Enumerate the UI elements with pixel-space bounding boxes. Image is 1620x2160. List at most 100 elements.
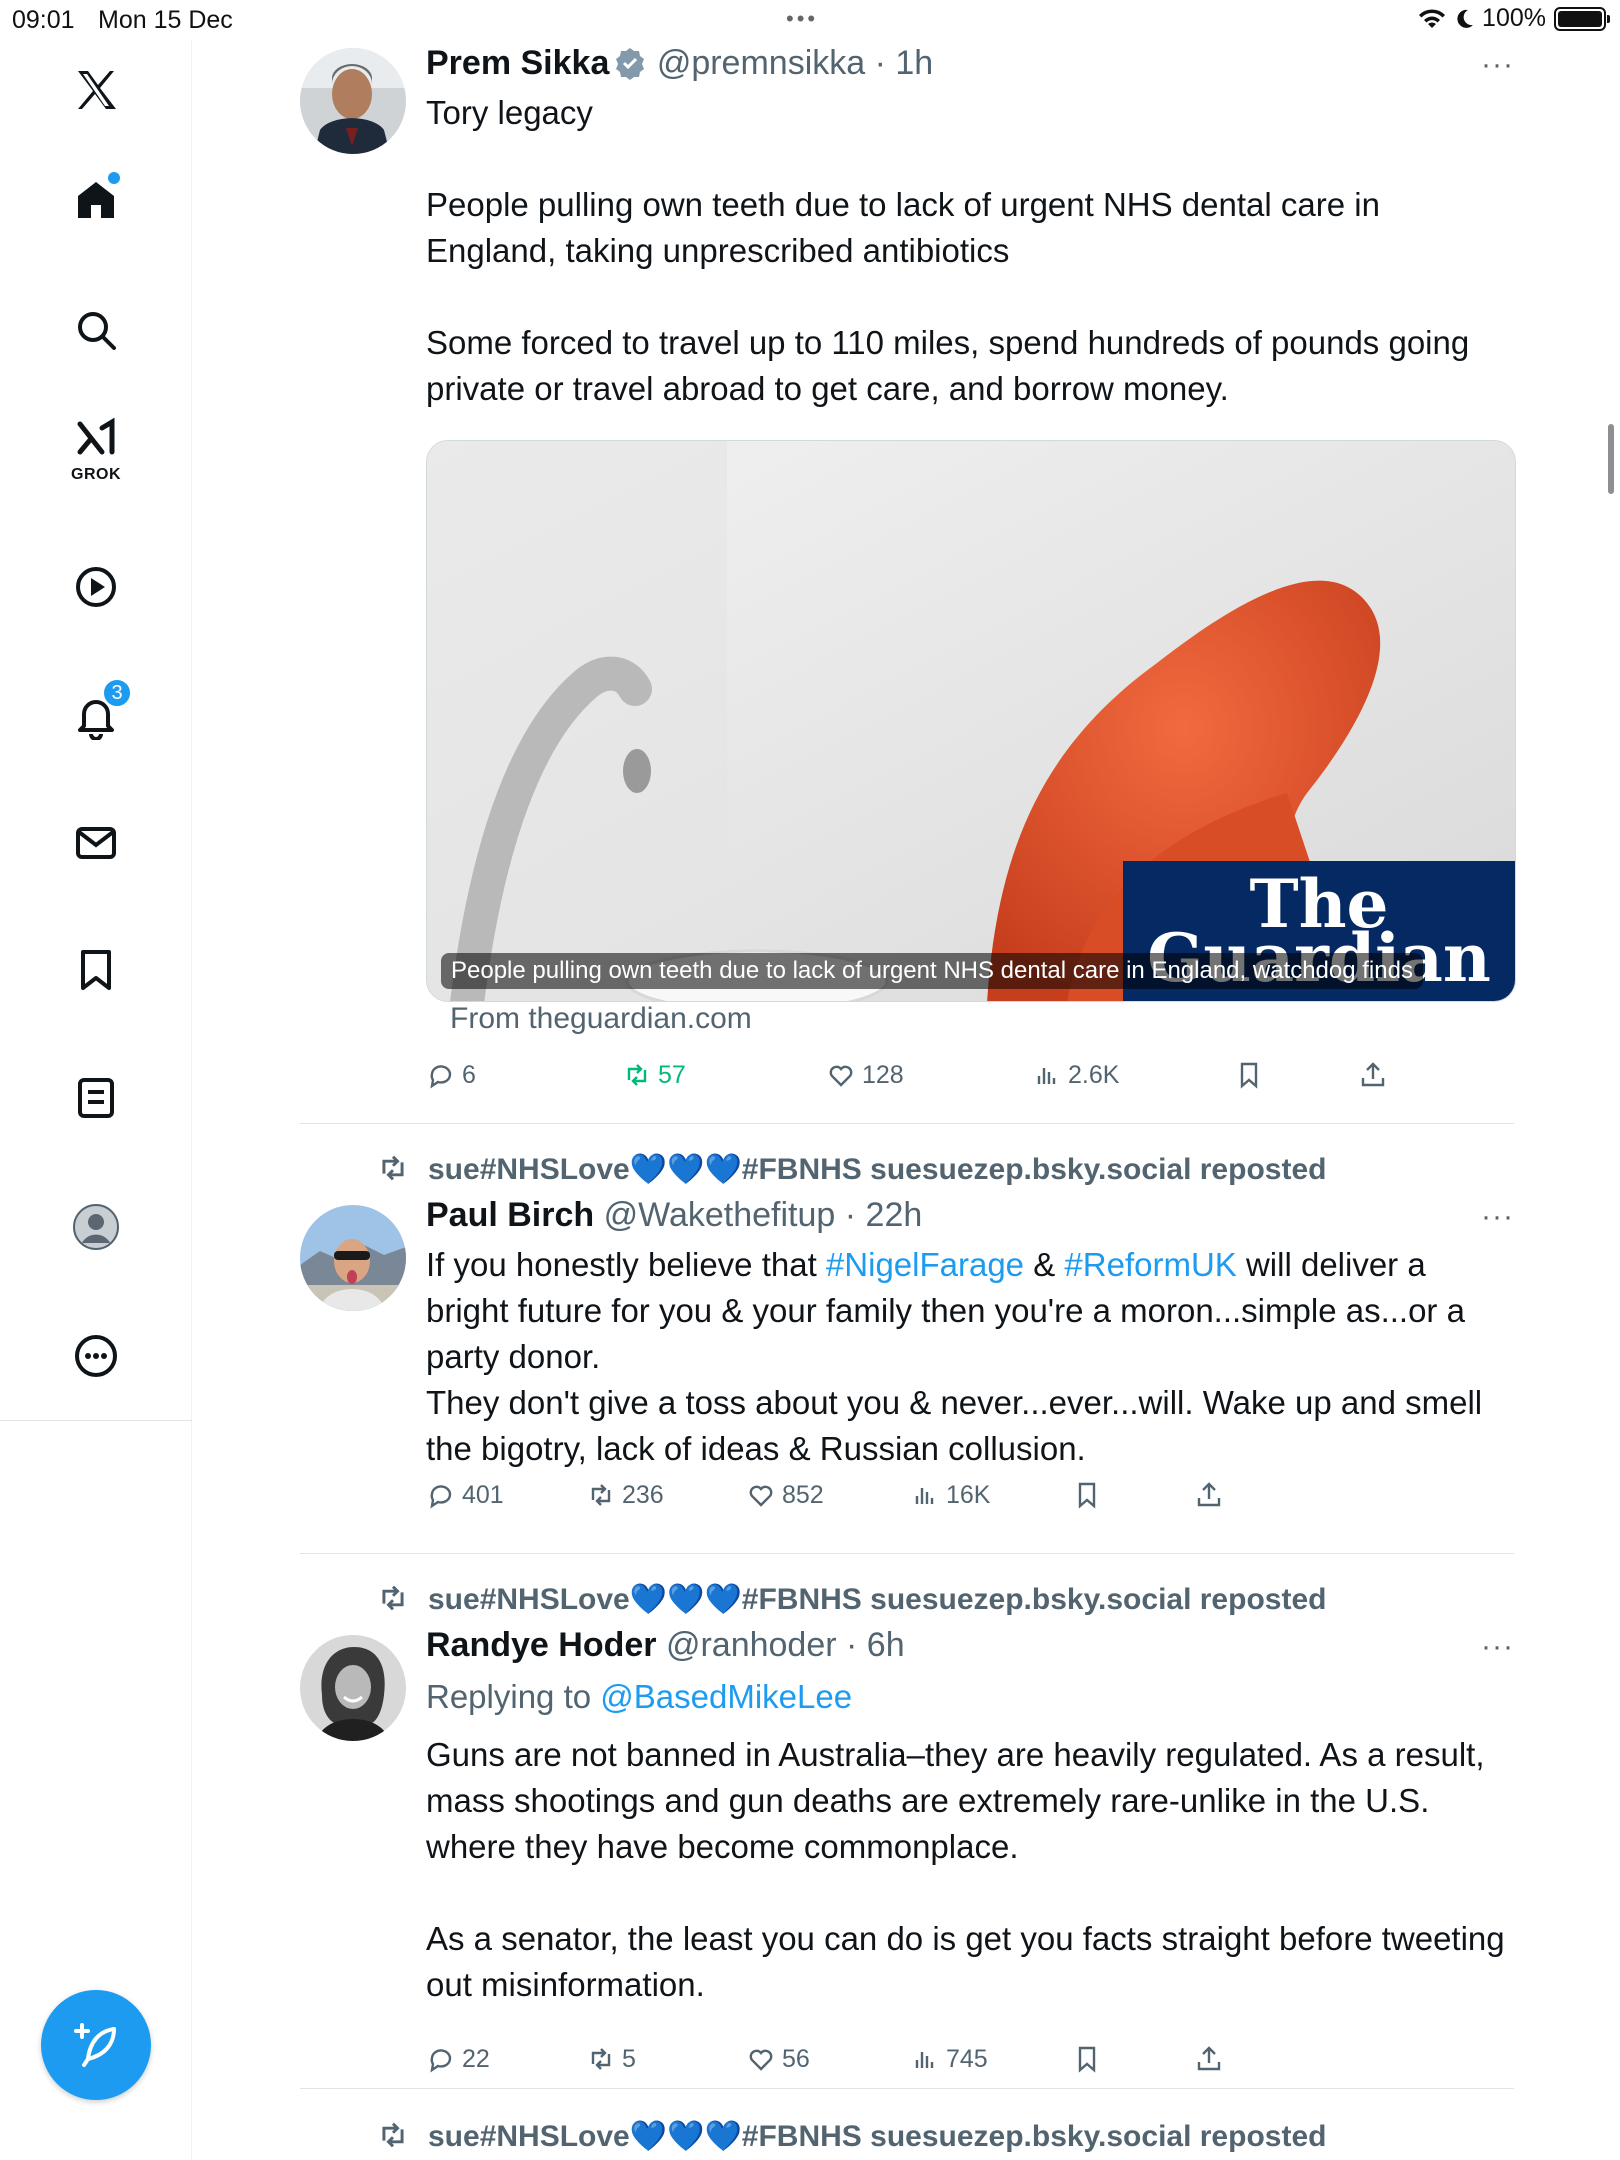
- sidebar-item-notifications[interactable]: 3: [56, 676, 136, 756]
- avatar[interactable]: [300, 1205, 406, 1311]
- status-time: 09:01: [12, 6, 75, 34]
- replying-to-link[interactable]: @BasedMikeLee: [600, 1678, 852, 1715]
- repost-button[interactable]: 5: [586, 2044, 636, 2074]
- tweet-actions: 22 5 56 745: [426, 2044, 1516, 2084]
- status-date: Mon 15 Dec: [98, 6, 233, 34]
- scrollbar-thumb[interactable]: [1608, 424, 1614, 494]
- bookmark-button[interactable]: [1072, 2044, 1102, 2074]
- reposted-by[interactable]: sue#NHSLove💙💙💙#FBNHS suesuezep.bsky.soci…: [376, 2117, 1326, 2157]
- reposted-by[interactable]: sue#NHSLove💙💙💙#FBNHS suesuezep.bsky.soci…: [376, 1580, 1326, 1620]
- more-options-icon[interactable]: ···: [1474, 1202, 1514, 1232]
- views-button[interactable]: 745: [910, 2044, 988, 2074]
- sidebar-item-more[interactable]: [56, 1316, 136, 1396]
- avatar[interactable]: [300, 1635, 406, 1741]
- tweet-time: · 6h: [846, 1626, 905, 1664]
- author-name[interactable]: Randye Hoder: [426, 1626, 657, 1664]
- bookmark-button[interactable]: [1234, 1060, 1264, 1090]
- avatar[interactable]: [300, 48, 406, 154]
- repost-button[interactable]: 57: [622, 1060, 686, 1090]
- sidebar-divider: [0, 1420, 192, 1421]
- link-card[interactable]: The Guardian People pulling own teeth du…: [426, 440, 1516, 1002]
- tweet-divider: [300, 1123, 1514, 1124]
- tweet-text: If you honestly believe that #NigelFarag…: [426, 1246, 1483, 1467]
- like-button[interactable]: 128: [826, 1060, 904, 1090]
- author-handle[interactable]: @Wakethefitup: [604, 1196, 836, 1234]
- views-button[interactable]: 2.6K: [1032, 1060, 1119, 1090]
- heart-icon: [749, 1485, 773, 1507]
- repost-button[interactable]: 236: [586, 1480, 664, 1510]
- verified-badge-icon: [616, 48, 645, 80]
- tweet[interactable]: Prem Sikka @premnsikka · 1h ··· Tory leg…: [300, 44, 1516, 1098]
- list-icon: [78, 1078, 114, 1118]
- play-circle-icon: [76, 567, 116, 607]
- battery-percent: 100%: [1482, 4, 1546, 32]
- tweet[interactable]: sue#NHSLove💙💙💙#FBNHS suesuezep.bsky.soci…: [300, 1580, 1514, 2080]
- sidebar-item-messages[interactable]: [56, 803, 136, 883]
- reply-button[interactable]: 401: [426, 1480, 504, 1510]
- tweet-text: Guns are not banned in Australia–they ar…: [426, 1736, 1505, 2003]
- author-name[interactable]: Paul Birch: [426, 1196, 594, 1234]
- wifi-icon: [1419, 8, 1446, 28]
- x-logo-icon[interactable]: [56, 50, 136, 130]
- like-button[interactable]: 852: [746, 1480, 824, 1510]
- sidebar-item-lists[interactable]: [56, 1058, 136, 1138]
- reply-icon: [430, 2049, 452, 2073]
- tweet-header: Paul Birch @Wakethefitup · 22h: [426, 1194, 922, 1236]
- share-icon: [1197, 1482, 1221, 1507]
- share-button[interactable]: [1194, 2044, 1224, 2074]
- more-options-icon[interactable]: ···: [1474, 1632, 1514, 1662]
- hashtag-link[interactable]: #NigelFarage: [826, 1246, 1024, 1283]
- moon-icon: [1457, 9, 1474, 28]
- reply-icon: [430, 1065, 452, 1089]
- tweet-divider: [300, 2088, 1514, 2089]
- reposted-by[interactable]: sue#NHSLove💙💙💙#FBNHS suesuezep.bsky.soci…: [376, 1150, 1326, 1190]
- card-source: From theguardian.com: [450, 1002, 752, 1035]
- tweet[interactable]: sue#NHSLove💙💙💙#FBNHS suesuezep.bsky.soci…: [300, 2117, 1514, 2160]
- share-button[interactable]: [1194, 1480, 1224, 1510]
- reply-button[interactable]: 6: [426, 1060, 476, 1090]
- reply-count: 6: [462, 1060, 476, 1089]
- repost-icon: [627, 1064, 647, 1086]
- repost-count: 5: [622, 2044, 636, 2073]
- views-button[interactable]: 16K: [910, 1480, 990, 1510]
- tweet-header: Randye Hoder @ranhoder · 6h: [426, 1624, 905, 1666]
- grok-icon: [77, 417, 115, 455]
- replying-to: Replying to @BasedMikeLee: [426, 1678, 853, 1715]
- bookmark-icon: [1078, 1482, 1096, 1509]
- reply-count: 401: [462, 1480, 504, 1509]
- sidebar-item-profile[interactable]: [56, 1187, 136, 1267]
- multitasking-dots[interactable]: •••: [786, 6, 818, 32]
- views-icon: [1037, 1068, 1056, 1084]
- tweet-actions: 401 236 852 16K: [426, 1480, 1516, 1520]
- status-bar: 09:01 Mon 15 Dec ••• 100%: [0, 0, 1620, 40]
- views-icon: [915, 1488, 934, 1504]
- views-icon: [915, 2052, 934, 2068]
- envelope-icon: [76, 827, 116, 859]
- author-handle[interactable]: @premnsikka: [657, 44, 865, 82]
- sidebar-item-bookmarks[interactable]: [56, 930, 136, 1010]
- author-handle[interactable]: @ranhoder: [666, 1626, 837, 1664]
- compose-button[interactable]: [41, 1990, 151, 2100]
- battery-icon: [1554, 6, 1610, 31]
- bookmark-button[interactable]: [1072, 1480, 1102, 1510]
- reply-count: 22: [462, 2044, 490, 2073]
- reply-button[interactable]: 22: [426, 2044, 490, 2074]
- share-button[interactable]: [1358, 1060, 1388, 1090]
- bookmark-icon: [1240, 1062, 1258, 1089]
- views-count: 745: [946, 2044, 988, 2073]
- sidebar-item-search[interactable]: [56, 290, 136, 370]
- sidebar-item-grok[interactable]: GROK: [56, 410, 136, 490]
- repost-icon: [382, 2122, 404, 2148]
- search-icon: [78, 312, 116, 350]
- heart-icon: [749, 2049, 773, 2071]
- author-name[interactable]: Prem Sikka: [426, 44, 609, 82]
- home-unread-dot: [108, 172, 120, 184]
- tweet-divider: [300, 1553, 1514, 1554]
- more-options-icon[interactable]: ···: [1474, 50, 1514, 80]
- like-button[interactable]: 56: [746, 2044, 810, 2074]
- tweet[interactable]: sue#NHSLove💙💙💙#FBNHS suesuezep.bsky.soci…: [300, 1150, 1514, 1530]
- hashtag-link[interactable]: #ReformUK: [1064, 1246, 1236, 1283]
- bookmark-icon: [1078, 2046, 1096, 2073]
- sidebar-item-home[interactable]: [56, 160, 136, 240]
- sidebar-item-video[interactable]: [56, 547, 136, 627]
